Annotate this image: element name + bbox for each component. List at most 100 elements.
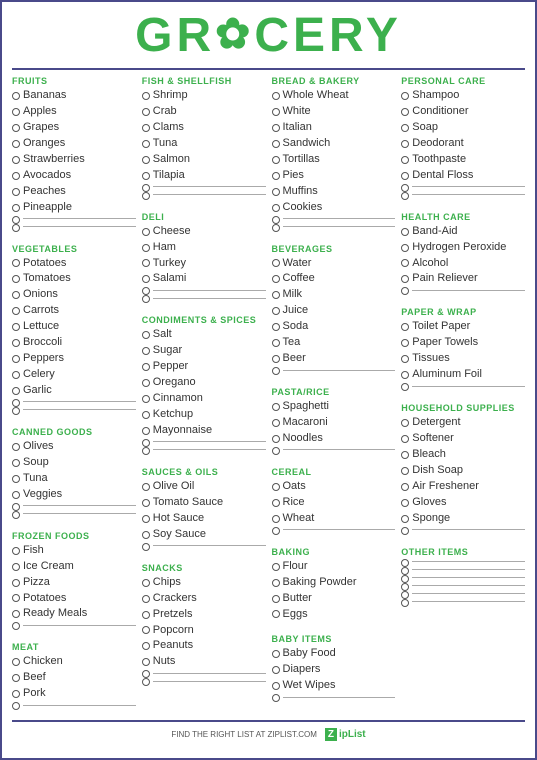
checkbox-circle[interactable] bbox=[401, 583, 409, 591]
checkbox-circle[interactable] bbox=[12, 291, 20, 299]
checkbox-circle[interactable] bbox=[142, 184, 150, 192]
checkbox-circle[interactable] bbox=[401, 124, 409, 132]
checkbox-circle[interactable] bbox=[12, 491, 20, 499]
checkbox-circle[interactable] bbox=[142, 275, 150, 283]
checkbox-circle[interactable] bbox=[142, 331, 150, 339]
checkbox-circle[interactable] bbox=[142, 259, 150, 267]
checkbox-circle[interactable] bbox=[12, 172, 20, 180]
checkbox-circle[interactable] bbox=[272, 527, 280, 535]
checkbox-circle[interactable] bbox=[401, 287, 409, 295]
checkbox-circle[interactable] bbox=[272, 579, 280, 587]
checkbox-circle[interactable] bbox=[272, 682, 280, 690]
checkbox-circle[interactable] bbox=[142, 287, 150, 295]
checkbox-circle[interactable] bbox=[12, 690, 20, 698]
checkbox-circle[interactable] bbox=[272, 140, 280, 148]
checkbox-circle[interactable] bbox=[401, 339, 409, 347]
checkbox-circle[interactable] bbox=[12, 622, 20, 630]
checkbox-circle[interactable] bbox=[401, 567, 409, 575]
checkbox-circle[interactable] bbox=[401, 419, 409, 427]
checkbox-circle[interactable] bbox=[12, 339, 20, 347]
checkbox-circle[interactable] bbox=[401, 383, 409, 391]
checkbox-circle[interactable] bbox=[142, 295, 150, 303]
checkbox-circle[interactable] bbox=[272, 291, 280, 299]
checkbox-circle[interactable] bbox=[272, 694, 280, 702]
checkbox-circle[interactable] bbox=[401, 108, 409, 116]
checkbox-circle[interactable] bbox=[12, 387, 20, 395]
checkbox-circle[interactable] bbox=[142, 483, 150, 491]
checkbox-circle[interactable] bbox=[12, 658, 20, 666]
checkbox-circle[interactable] bbox=[142, 439, 150, 447]
checkbox-circle[interactable] bbox=[12, 579, 20, 587]
checkbox-circle[interactable] bbox=[401, 575, 409, 583]
checkbox-circle[interactable] bbox=[272, 419, 280, 427]
checkbox-circle[interactable] bbox=[272, 435, 280, 443]
checkbox-circle[interactable] bbox=[12, 216, 20, 224]
checkbox-circle[interactable] bbox=[142, 363, 150, 371]
checkbox-circle[interactable] bbox=[401, 172, 409, 180]
checkbox-circle[interactable] bbox=[142, 531, 150, 539]
checkbox-circle[interactable] bbox=[142, 140, 150, 148]
checkbox-circle[interactable] bbox=[12, 140, 20, 148]
checkbox-circle[interactable] bbox=[12, 674, 20, 682]
checkbox-circle[interactable] bbox=[272, 483, 280, 491]
checkbox-circle[interactable] bbox=[142, 108, 150, 116]
checkbox-circle[interactable] bbox=[401, 259, 409, 267]
checkbox-circle[interactable] bbox=[142, 642, 150, 650]
checkbox-circle[interactable] bbox=[12, 108, 20, 116]
checkbox-circle[interactable] bbox=[272, 259, 280, 267]
checkbox-circle[interactable] bbox=[12, 503, 20, 511]
checkbox-circle[interactable] bbox=[12, 594, 20, 602]
checkbox-circle[interactable] bbox=[142, 379, 150, 387]
checkbox-circle[interactable] bbox=[401, 591, 409, 599]
checkbox-circle[interactable] bbox=[401, 140, 409, 148]
checkbox-circle[interactable] bbox=[142, 156, 150, 164]
checkbox-circle[interactable] bbox=[142, 678, 150, 686]
checkbox-circle[interactable] bbox=[142, 244, 150, 252]
checkbox-circle[interactable] bbox=[401, 483, 409, 491]
checkbox-circle[interactable] bbox=[12, 459, 20, 467]
checkbox-circle[interactable] bbox=[142, 395, 150, 403]
checkbox-circle[interactable] bbox=[272, 355, 280, 363]
checkbox-circle[interactable] bbox=[401, 156, 409, 164]
checkbox-circle[interactable] bbox=[142, 427, 150, 435]
checkbox-circle[interactable] bbox=[401, 467, 409, 475]
checkbox-circle[interactable] bbox=[12, 275, 20, 283]
checkbox-circle[interactable] bbox=[272, 124, 280, 132]
checkbox-circle[interactable] bbox=[272, 367, 280, 375]
checkbox-circle[interactable] bbox=[12, 259, 20, 267]
checkbox-circle[interactable] bbox=[142, 192, 150, 200]
checkbox-circle[interactable] bbox=[12, 156, 20, 164]
checkbox-circle[interactable] bbox=[272, 204, 280, 212]
checkbox-circle[interactable] bbox=[142, 579, 150, 587]
checkbox-circle[interactable] bbox=[272, 339, 280, 347]
checkbox-circle[interactable] bbox=[272, 216, 280, 224]
checkbox-circle[interactable] bbox=[272, 188, 280, 196]
checkbox-circle[interactable] bbox=[142, 447, 150, 455]
checkbox-circle[interactable] bbox=[142, 411, 150, 419]
checkbox-circle[interactable] bbox=[142, 228, 150, 236]
checkbox-circle[interactable] bbox=[12, 355, 20, 363]
checkbox-circle[interactable] bbox=[272, 515, 280, 523]
checkbox-circle[interactable] bbox=[272, 275, 280, 283]
checkbox-circle[interactable] bbox=[142, 172, 150, 180]
checkbox-circle[interactable] bbox=[401, 527, 409, 535]
checkbox-circle[interactable] bbox=[12, 475, 20, 483]
checkbox-circle[interactable] bbox=[401, 599, 409, 607]
checkbox-circle[interactable] bbox=[272, 156, 280, 164]
checkbox-circle[interactable] bbox=[12, 443, 20, 451]
checkbox-circle[interactable] bbox=[272, 323, 280, 331]
checkbox-circle[interactable] bbox=[12, 204, 20, 212]
checkbox-circle[interactable] bbox=[142, 658, 150, 666]
checkbox-circle[interactable] bbox=[12, 407, 20, 415]
checkbox-circle[interactable] bbox=[142, 595, 150, 603]
checkbox-circle[interactable] bbox=[272, 307, 280, 315]
checkbox-circle[interactable] bbox=[272, 108, 280, 116]
checkbox-circle[interactable] bbox=[12, 371, 20, 379]
checkbox-circle[interactable] bbox=[12, 702, 20, 710]
checkbox-circle[interactable] bbox=[142, 92, 150, 100]
checkbox-circle[interactable] bbox=[142, 611, 150, 619]
checkbox-circle[interactable] bbox=[401, 559, 409, 567]
checkbox-circle[interactable] bbox=[12, 610, 20, 618]
checkbox-circle[interactable] bbox=[401, 371, 409, 379]
checkbox-circle[interactable] bbox=[272, 650, 280, 658]
